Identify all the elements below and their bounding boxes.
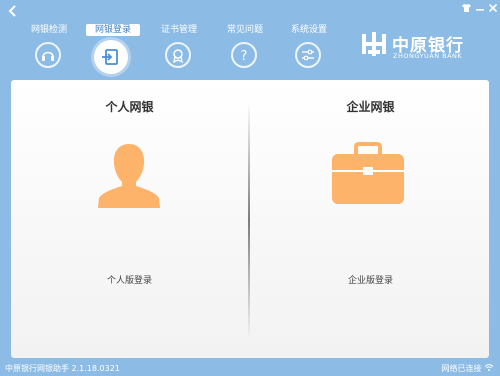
personal-banking-title: 个人网银 [105,100,154,114]
status-bar: 中原银行网银助手 2.1.18.0321 网络已连接 [0,362,500,376]
nav-system-settings[interactable]: 系统设置 [280,24,338,76]
network-status-text: 网络已连接 [441,364,482,373]
nav-label: 网银登录 [86,24,140,36]
enterprise-login-link[interactable]: 企业版登录 [252,273,489,286]
app-window: 网银检测 网银登录 证书管理 常见问题 ? 系统设置 中原银行 ZHONGYUA… [0,0,500,376]
svg-text:?: ? [241,49,248,64]
network-status: 网络已连接 [441,363,494,374]
nav-certificate-management[interactable]: 证书管理 [150,24,208,76]
headset-icon [35,42,61,68]
nav-network-check[interactable]: 网银检测 [20,24,78,76]
bank-logo-icon [360,30,388,58]
login-panel: 个人网银 个人版登录 企业网银 企业版登录 [11,80,489,358]
wifi-icon [484,364,494,371]
nav-label: 证书管理 [160,25,197,35]
enterprise-banking-title: 企业网银 [346,100,395,114]
personal-banking-section[interactable]: 个人网银 个人版登录 [11,80,248,358]
top-toolbar: 网银检测 网银登录 证书管理 常见问题 ? 系统设置 中原银行 ZHONGYUA… [0,0,500,80]
nav-online-banking-login[interactable]: 网银登录 [84,24,142,76]
nav-faq[interactable]: 常见问题 ? [216,24,274,76]
person-icon[interactable] [94,140,164,214]
question-icon: ? [231,42,257,68]
minimize-icon[interactable] [475,3,485,16]
login-door-icon [94,40,128,74]
certificate-icon [165,42,191,68]
zhongyuan-bank-logo: 中原银行 ZHONGYUAN BANK [360,30,490,66]
enterprise-banking-section[interactable]: 企业网银 企业版登录 [252,80,489,358]
app-version: 中原银行网银助手 2.1.18.0321 [5,364,120,373]
back-arrow-icon[interactable] [6,4,20,18]
briefcase-icon[interactable] [328,140,408,214]
nav-label: 网银检测 [30,25,67,35]
personal-login-link[interactable]: 个人版登录 [11,273,248,286]
shirt-icon[interactable] [461,3,472,16]
nav-label: 常见问题 [226,25,263,35]
logo-english-name: ZHONGYUAN BANK [393,52,463,60]
nav-label: 系统设置 [290,25,327,35]
section-divider [248,102,250,340]
close-icon[interactable] [488,3,498,16]
settings-sliders-icon [295,42,321,68]
